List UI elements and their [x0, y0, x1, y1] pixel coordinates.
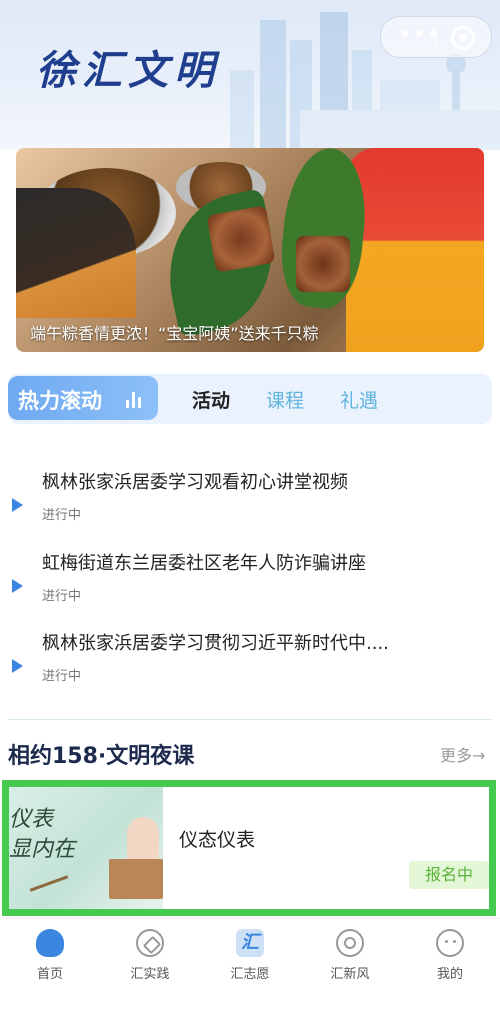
- mini-program-capsule[interactable]: •••: [380, 16, 492, 58]
- banner-person-left: [16, 188, 136, 318]
- nav-home[interactable]: 首页: [5, 929, 95, 982]
- bar-chart-icon: [126, 390, 144, 408]
- signup-badge[interactable]: 报名中: [409, 861, 489, 889]
- tab-rewards[interactable]: 礼遇: [340, 386, 378, 413]
- nav-profile[interactable]: 我的: [405, 929, 495, 982]
- thumbnail-desk: [109, 859, 163, 899]
- nav-profile-label: 我的: [436, 967, 463, 982]
- activity-status: 进行中: [42, 669, 82, 684]
- list-item[interactable]: 虹梅街道东兰居委社区老年人防诈骗讲座 进行中: [0, 543, 500, 613]
- list-item[interactable]: 枫林张家浜居委学习贯彻习近平新时代中.... 进行中: [0, 623, 500, 693]
- banner-person-right: [346, 148, 484, 352]
- header: 徐汇文明 •••: [0, 0, 500, 150]
- banner-caption: 端午粽香情更浓！“宝宝阿姨”送来千只粽: [30, 324, 319, 343]
- profile-icon: [436, 929, 464, 957]
- banner-zongzi-left: [206, 205, 276, 273]
- nav-volunteer[interactable]: 汇 汇志愿: [205, 929, 295, 982]
- course-card[interactable]: 仪表 显内在 仪态仪表 报名中: [2, 780, 496, 916]
- tab-hot-scroll-label: 热力滚动: [18, 389, 102, 413]
- more-link[interactable]: 更多→: [440, 742, 485, 766]
- activity-status: 进行中: [42, 589, 82, 604]
- nav-practice-label: 汇实践: [130, 967, 170, 982]
- play-arrow-icon: [12, 659, 23, 673]
- tab-activities[interactable]: 活动: [192, 386, 230, 413]
- play-arrow-icon: [12, 498, 23, 512]
- nav-new-trend[interactable]: 汇新风: [305, 929, 395, 982]
- hui-icon: 汇: [236, 929, 264, 957]
- tab-bar: 热力滚动 活动 课程 礼遇: [8, 374, 492, 424]
- tab-courses[interactable]: 课程: [266, 386, 304, 413]
- target-close-icon[interactable]: [451, 26, 475, 50]
- course-thumbnail: 仪表 显内在: [9, 787, 163, 909]
- section-divider: [8, 719, 492, 720]
- thumbnail-branch: [29, 875, 69, 892]
- tab-hot-scroll[interactable]: 热力滚动: [8, 376, 158, 420]
- bottom-nav: 首页 汇实践 汇 汇志愿 汇新风 我的: [0, 918, 500, 1013]
- compass-icon: [136, 929, 164, 957]
- banner-carousel[interactable]: 端午粽香情更浓！“宝宝阿姨”送来千只粽: [16, 148, 484, 352]
- activity-title: 枫林张家浜居委学习观看初心讲堂视频: [42, 472, 348, 493]
- course-thumbnail-text: 仪表 显内在: [9, 807, 76, 862]
- play-arrow-icon: [12, 579, 23, 593]
- nav-home-label: 首页: [36, 967, 63, 982]
- section-title: 相约158·文明夜课: [8, 744, 195, 769]
- list-item[interactable]: 枫林张家浜居委学习观看初心讲堂视频 进行中: [0, 462, 500, 532]
- nav-new-trend-label: 汇新风: [330, 967, 370, 982]
- banner-zongzi-right: [296, 236, 350, 292]
- nav-practice[interactable]: 汇实践: [105, 929, 195, 982]
- activity-status: 进行中: [42, 508, 82, 523]
- swirl-icon: [336, 929, 364, 957]
- activity-title: 枫林张家浜居委学习贯彻习近平新时代中....: [42, 633, 389, 654]
- capsule-divider: [435, 27, 436, 47]
- nav-volunteer-label: 汇志愿: [230, 967, 270, 982]
- course-name: 仪态仪表: [179, 829, 256, 851]
- heart-icon: [36, 929, 64, 957]
- app-title: 徐汇文明: [36, 47, 220, 94]
- activity-title: 虹梅街道东兰居委社区老年人防诈骗讲座: [42, 553, 366, 574]
